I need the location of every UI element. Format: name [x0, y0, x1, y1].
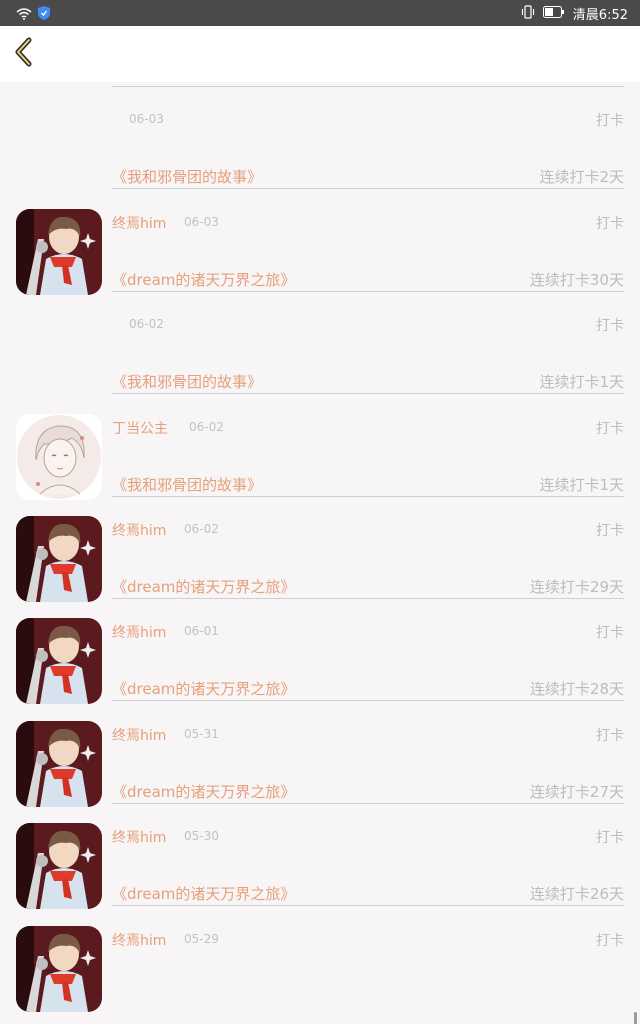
book-title-link[interactable]: 《dream的诸天万界之旅》	[112, 883, 295, 904]
wifi-icon	[16, 5, 32, 24]
user-name[interactable]: 终焉him	[112, 622, 166, 642]
checkin-list-item[interactable]: 06-04打卡《我和邪骨团的故事》连续打卡3天	[0, 82, 640, 106]
checkin-date: 06-02	[189, 419, 224, 434]
streak-count: 连续打卡29天	[529, 578, 624, 596]
book-title-link[interactable]: 《我和邪骨团的故事》	[112, 474, 262, 495]
checkin-list: 06-04打卡《我和邪骨团的故事》连续打卡3天06-03打卡《我和邪骨团的故事》…	[0, 82, 640, 1024]
user-avatar[interactable]	[16, 516, 102, 602]
row-divider	[112, 802, 624, 804]
checkin-label: 打卡	[596, 318, 624, 335]
checkin-list-item[interactable]: 丁当公主 06-02 打卡《我和邪骨团的故事》 连续打卡1天	[0, 413, 640, 516]
row-divider	[112, 393, 624, 395]
book-title-link[interactable]: 《dream的诸天万界之旅》	[112, 269, 295, 290]
streak-count: 连续打卡26天	[529, 885, 624, 904]
vibrate-icon	[521, 4, 535, 23]
book-title-link[interactable]: 《我和邪骨团的故事》	[112, 82, 262, 85]
streak-count: 连续打卡30天	[529, 270, 624, 289]
streak-count: 连续打卡1天	[539, 475, 624, 494]
status-bar: 清晨6:52	[0, 0, 640, 26]
streak-count: 连续打卡27天	[529, 782, 624, 801]
row-divider	[112, 598, 624, 599]
checkin-date: 05-29	[184, 931, 219, 946]
user-name[interactable]: 终焉him	[112, 520, 166, 540]
user-avatar[interactable]	[16, 823, 102, 910]
checkin-label: 打卡	[596, 113, 624, 130]
checkin-date: 05-31	[184, 726, 219, 741]
checkin-date: 05-30	[184, 829, 219, 844]
streak-count: 连续打卡28天	[529, 680, 624, 699]
user-name[interactable]: 终焉him	[112, 213, 166, 233]
checkin-date: 06-01	[184, 624, 219, 639]
checkin-label: 打卡	[596, 625, 624, 642]
checkin-label: 打卡	[596, 215, 624, 232]
status-time: 清晨6:52	[572, 8, 628, 23]
status-icons-right: 清晨6:52	[521, 4, 628, 23]
checkin-list-item[interactable]: 终焉him 06-02 打卡《dream的诸天万界之旅》 连续打卡29天	[0, 516, 640, 618]
checkin-list-item[interactable]: 终焉him 05-31 打卡《dream的诸天万界之旅》 连续打卡27天	[0, 720, 640, 823]
streak-count: 连续打卡3天	[539, 82, 624, 85]
checkin-label: 打卡	[596, 830, 624, 847]
status-icons-left	[16, 5, 50, 24]
checkin-list-item[interactable]: 终焉him 06-01 打卡《dream的诸天万界之旅》 连续打卡28天	[0, 618, 640, 720]
scrollbar[interactable]	[634, 1012, 637, 1024]
checkin-label: 打卡	[596, 932, 624, 949]
checkin-label: 打卡	[596, 523, 624, 539]
row-divider	[112, 86, 624, 87]
row-divider	[112, 188, 624, 190]
checkin-label: 打卡	[596, 420, 624, 437]
battery-icon	[542, 5, 565, 22]
user-name[interactable]: 终焉him	[112, 827, 166, 847]
checkin-list-item[interactable]: 06-02 打卡《我和邪骨团的故事》 连续打卡1天	[0, 311, 640, 413]
user-name[interactable]: 丁当公主	[112, 418, 168, 438]
streak-count: 连续打卡1天	[539, 373, 624, 392]
user-avatar[interactable]	[16, 208, 102, 295]
user-name[interactable]: 终焉him	[112, 930, 166, 950]
header-bar	[0, 26, 640, 82]
user-avatar[interactable]	[16, 618, 102, 705]
checkin-list-item[interactable]: 终焉him 06-03 打卡《dream的诸天万界之旅》 连续打卡30天	[0, 208, 640, 311]
user-name[interactable]: 终焉him	[112, 725, 166, 745]
checkin-label: 打卡	[596, 727, 624, 744]
book-title-link[interactable]: 《我和邪骨团的故事》	[112, 371, 262, 392]
row-divider	[112, 290, 624, 292]
user-avatar[interactable]	[16, 413, 102, 500]
row-divider	[112, 495, 624, 497]
security-shield-icon	[38, 5, 50, 24]
streak-count: 连续打卡2天	[539, 168, 624, 187]
user-avatar[interactable]	[16, 925, 102, 1012]
book-title-link[interactable]: 《dream的诸天万界之旅》	[112, 678, 295, 699]
book-title-link[interactable]: 《我和邪骨团的故事》	[112, 166, 262, 187]
checkin-date: 06-03	[129, 112, 164, 127]
back-button[interactable]	[6, 36, 40, 72]
checkin-list-item[interactable]: 终焉him 05-29 打卡	[0, 925, 640, 1024]
book-title-link[interactable]: 《dream的诸天万界之旅》	[112, 576, 295, 597]
checkin-date: 06-02	[184, 522, 219, 536]
user-avatar[interactable]	[16, 720, 102, 807]
checkin-list-item[interactable]: 06-03 打卡《我和邪骨团的故事》 连续打卡2天	[0, 106, 640, 208]
book-title-link[interactable]: 《dream的诸天万界之旅》	[112, 781, 295, 802]
checkin-list-item[interactable]: 终焉him 05-30 打卡《dream的诸天万界之旅》 连续打卡26天	[0, 823, 640, 925]
checkin-date: 06-03	[184, 214, 219, 229]
row-divider	[112, 700, 624, 702]
back-chevron-icon	[12, 37, 34, 71]
row-divider	[112, 905, 624, 907]
checkin-date: 06-02	[129, 317, 164, 332]
